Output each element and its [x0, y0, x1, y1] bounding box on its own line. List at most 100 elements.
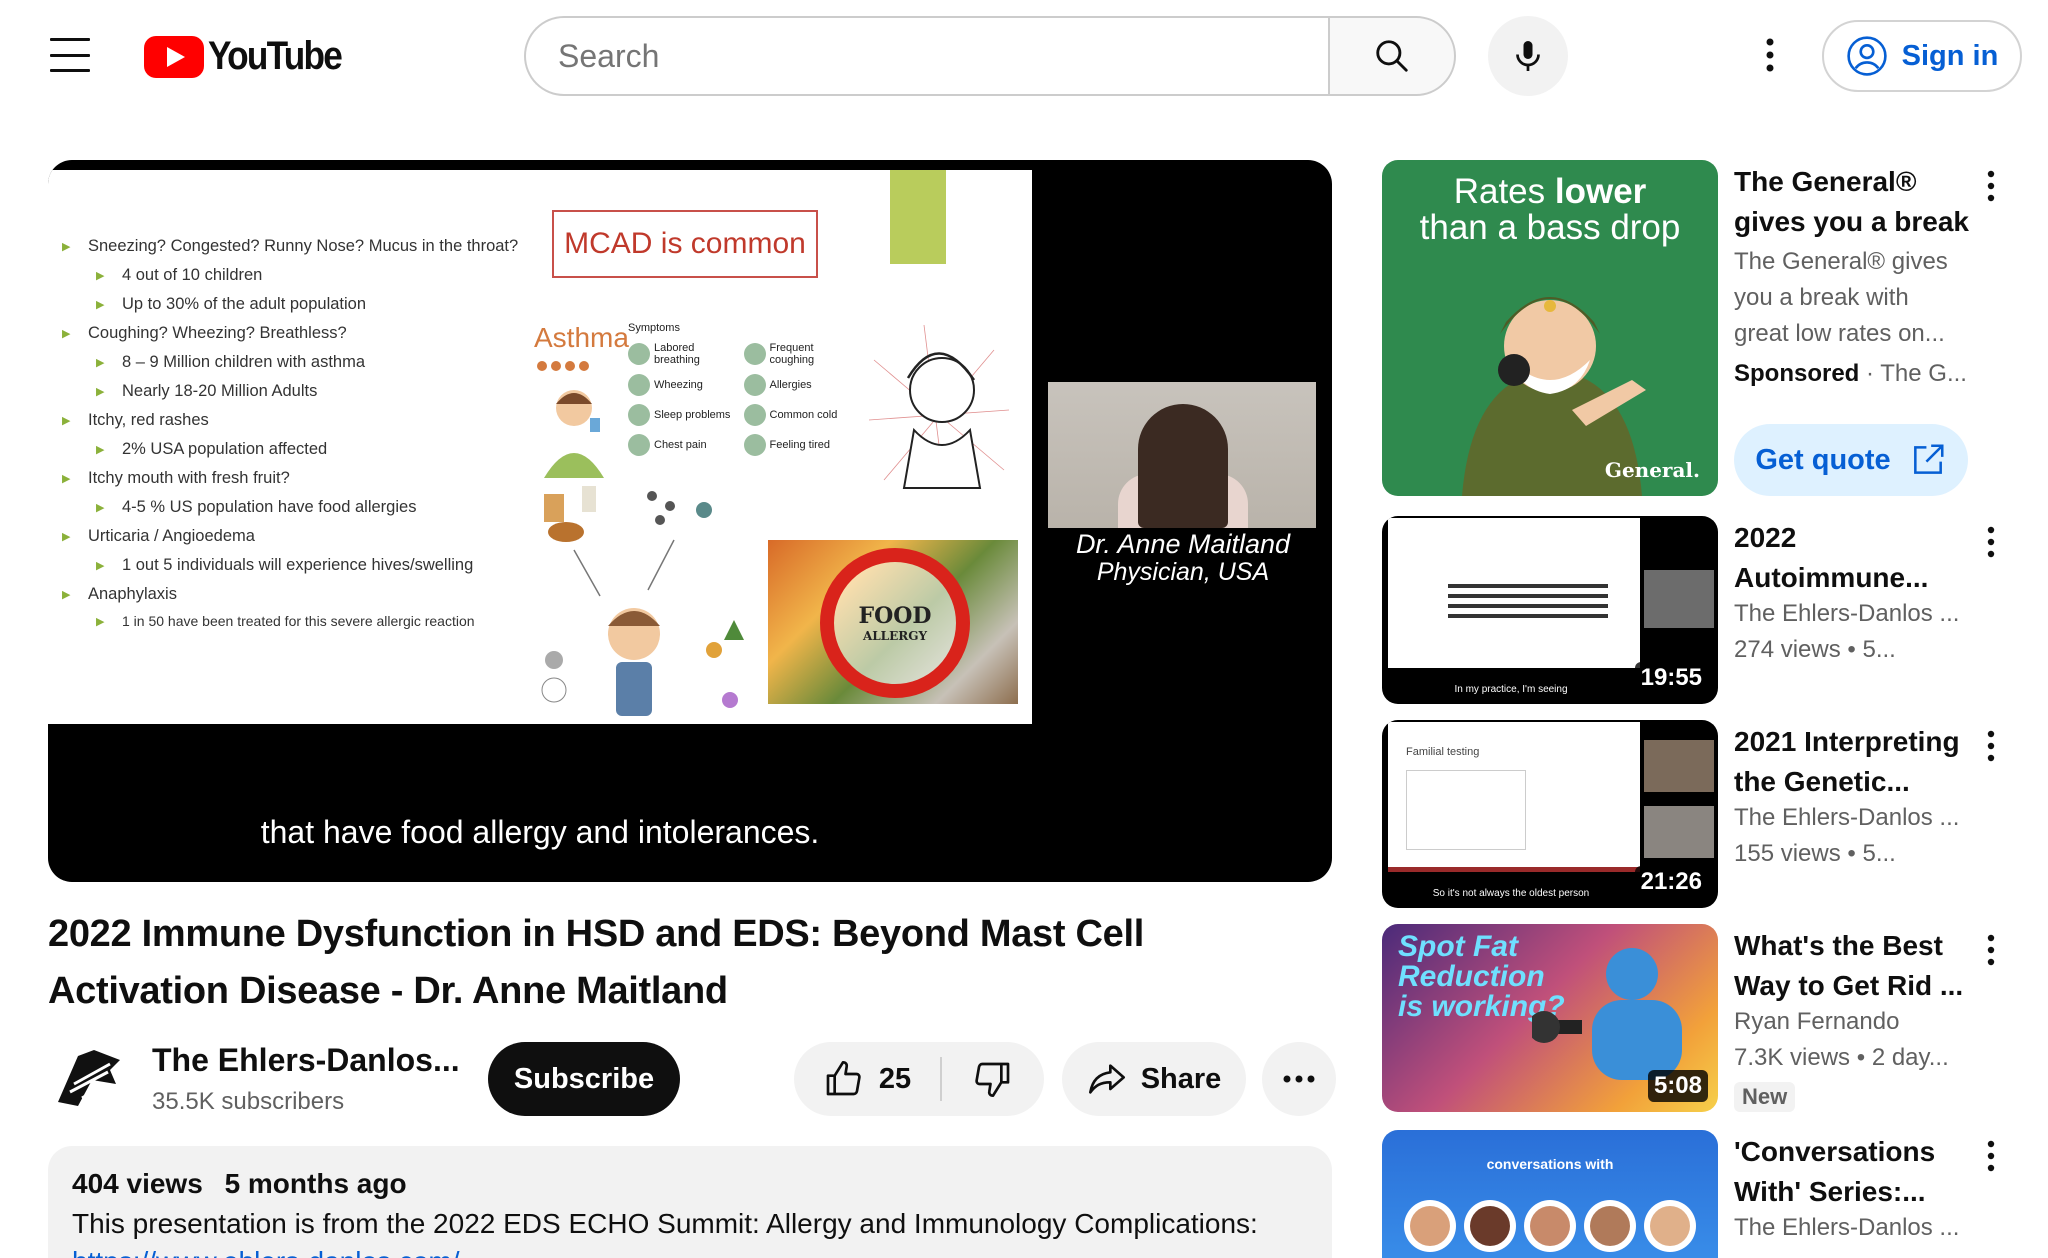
- search-box[interactable]: [524, 16, 1328, 96]
- symptom-item: Sleep problems: [628, 404, 738, 426]
- settings-menu-button[interactable]: [1750, 30, 1790, 80]
- menu-line: [50, 69, 90, 72]
- food-allergy-no-sign: FOOD ALLERGY: [820, 548, 970, 698]
- get-quote-button[interactable]: Get quote: [1734, 424, 1968, 496]
- food-allergy-subtext: ALLERGY: [862, 629, 928, 643]
- like-dislike-group: 25: [794, 1042, 1044, 1116]
- video-menu-button[interactable]: [1976, 934, 2006, 974]
- video-thumbnail[interactable]: conversations with: [1382, 1130, 1718, 1258]
- more-vert-icon: [1987, 1140, 1995, 1172]
- symptom-label: Frequent coughing: [769, 342, 815, 366]
- youtube-play-icon: [144, 35, 204, 78]
- food-allergy-text: FOOD: [858, 603, 932, 629]
- video-stats: 155 views • 5...: [1734, 840, 1896, 867]
- guide-menu-button[interactable]: [50, 38, 90, 72]
- video-thumbnail[interactable]: In my practice, I'm seeing 19:55: [1382, 516, 1718, 704]
- share-label: Share: [1140, 1062, 1222, 1095]
- ad-body: The General® gives you a break with grea…: [1734, 248, 1948, 347]
- like-count: 25: [878, 1062, 912, 1095]
- ad-thumbnail[interactable]: Rates lower than a bass drop General.: [1382, 160, 1718, 496]
- channel-name[interactable]: The Ehlers-Danlos...: [152, 1042, 460, 1079]
- video-duration: 19:55: [1634, 662, 1708, 694]
- video-title[interactable]: 2021 Interpreting the Genetic...: [1734, 722, 1974, 802]
- slide-bullet-list: Sneezing? Congested? Runny Nose? Mucus i…: [62, 236, 532, 639]
- video-player[interactable]: Sneezing? Congested? Runny Nose? Mucus i…: [48, 160, 1332, 882]
- voice-search-button[interactable]: [1488, 16, 1568, 96]
- share-icon: [1088, 1064, 1125, 1094]
- slide-bullet: Up to 30% of the adult population: [62, 294, 532, 315]
- video-title[interactable]: 2022 Autoimmune...: [1734, 518, 1974, 598]
- search-button[interactable]: [1328, 16, 1456, 96]
- description-box[interactable]: 404 views 5 months ago This presentation…: [48, 1146, 1332, 1258]
- more-vert-icon: [1987, 730, 1995, 762]
- video-duration: 5:08: [1647, 1070, 1708, 1102]
- video-title[interactable]: What's the Best Way to Get Rid ...: [1734, 926, 1974, 1006]
- sidebar-video[interactable]: Spot Fat Reduction is working? 5:08 What…: [1382, 924, 2022, 1114]
- thumb-caption: In my practice, I'm seeing: [1454, 684, 1568, 695]
- zebra-logo-icon: [48, 1040, 128, 1120]
- channel-avatar[interactable]: [48, 1040, 128, 1120]
- thumb-webcam: [1644, 570, 1714, 628]
- slide-bullet: Coughing? Wheezing? Breathless?: [62, 323, 532, 344]
- video-menu-button[interactable]: [1976, 1140, 2006, 1180]
- more-actions-button[interactable]: [1262, 1042, 1336, 1116]
- symptom-label: Common cold: [769, 409, 838, 421]
- speaker-webcam: [1048, 382, 1316, 528]
- dislike-button[interactable]: [942, 1042, 1044, 1116]
- video-age: 5...: [1862, 840, 1896, 867]
- subscribe-button[interactable]: Subscribe: [488, 1042, 680, 1116]
- symptom-item: Allergies: [743, 374, 854, 396]
- sidebar-video[interactable]: Familial testing So it's not always the …: [1382, 720, 2022, 910]
- like-button[interactable]: 25: [794, 1042, 940, 1116]
- thumb-slide: [1388, 518, 1640, 668]
- symptom-icon: [743, 434, 766, 456]
- owner-row: The Ehlers-Danlos... 35.5K subscribers S…: [48, 1034, 1336, 1120]
- video-menu-button[interactable]: [1976, 526, 2006, 566]
- sign-in-button[interactable]: Sign in: [1822, 20, 2022, 92]
- symptoms-grid: Labored breathing Frequent coughing Wheezi…: [628, 342, 853, 456]
- video-stats: 274 views • 5...: [1734, 636, 1896, 663]
- masthead: YouTube Sign in: [0, 0, 2048, 112]
- new-badge: New: [1734, 1082, 1796, 1112]
- description-link[interactable]: https://www.ehlers-danlos.com/: [72, 1246, 1308, 1258]
- video-title[interactable]: 'Conversations With' Series:...: [1734, 1132, 1974, 1212]
- slide-bullet: Nearly 18-20 Million Adults: [62, 381, 532, 402]
- video-menu-button[interactable]: [1976, 730, 2006, 770]
- menu-line: [50, 53, 90, 57]
- sidebar-video[interactable]: In my practice, I'm seeing 19:55 2022 Au…: [1382, 516, 2022, 706]
- description-meta: 404 views 5 months ago: [72, 1168, 1308, 1200]
- symptom-icon: [743, 343, 766, 365]
- sidebar-ad[interactable]: Rates lower than a bass drop General. Th…: [1382, 160, 2022, 500]
- ad-headline-part: Rates: [1453, 172, 1546, 211]
- account-icon: [1846, 36, 1887, 76]
- more-vert-icon: [1766, 38, 1774, 72]
- asthma-illustration: [537, 361, 604, 478]
- video-views: 7.3K views: [1734, 1044, 1851, 1071]
- symptom-label: Chest pain: [654, 439, 707, 451]
- symptoms-panel: Symptoms Labored breathing Frequent cough…: [628, 322, 853, 482]
- ad-headline: Rates lower than a bass drop: [1382, 174, 1718, 246]
- thumb-slide: Familial testing: [1388, 722, 1640, 872]
- upload-age: 5 months ago: [224, 1168, 407, 1199]
- ad-title[interactable]: The General® gives you a break: [1734, 162, 1972, 242]
- video-age: 5...: [1862, 636, 1896, 663]
- thumb-webcam: [1644, 740, 1714, 792]
- video-thumbnail[interactable]: Spot Fat Reduction is working? 5:08: [1382, 924, 1718, 1112]
- more-vert-icon: [1987, 170, 1995, 202]
- youtube-logo[interactable]: YouTube: [144, 34, 359, 79]
- symptom-icon: [628, 404, 650, 426]
- sidebar-video[interactable]: conversations with 'Conversations With' …: [1382, 1130, 2022, 1258]
- slide-bullet: 4 out of 10 children: [62, 265, 532, 286]
- symptom-item: Common cold: [743, 404, 854, 426]
- thumb-slide-diagram: [1406, 770, 1526, 850]
- presentation-slide: Sneezing? Congested? Runny Nose? Mucus i…: [48, 170, 1032, 724]
- advertiser-name: The G...: [1880, 360, 1967, 387]
- slide-bullet: 2% USA population affected: [62, 439, 532, 460]
- search-input[interactable]: [558, 37, 1328, 75]
- symptom-icon: [628, 434, 650, 456]
- ad-menu-button[interactable]: [1976, 170, 2006, 210]
- video-thumbnail[interactable]: Familial testing So it's not always the …: [1382, 720, 1718, 908]
- share-button[interactable]: Share: [1062, 1042, 1246, 1116]
- speaker-name: Dr. Anne Maitland: [1075, 529, 1291, 559]
- thumbs-up-icon: [826, 1061, 861, 1096]
